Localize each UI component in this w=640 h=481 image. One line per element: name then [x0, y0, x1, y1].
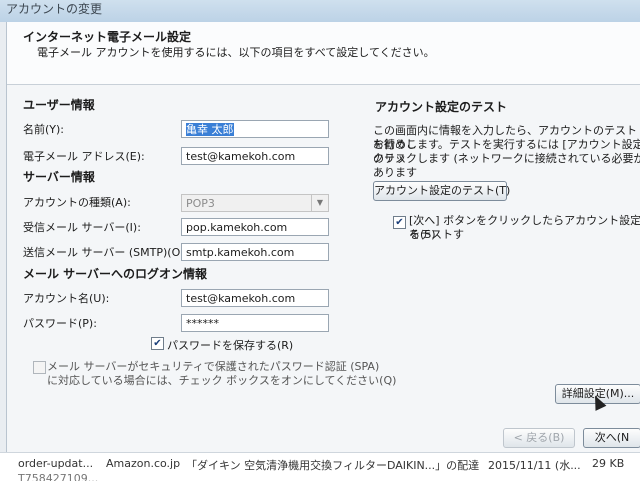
background-mail-row[interactable]: order-updat... Amazon.co.jp 「ダイキン 空気清浄機用… [0, 452, 640, 481]
mail-size: 29 KB [592, 457, 625, 470]
mail-date: 2015/11/11 (水... [488, 459, 581, 472]
outgoing-server-field[interactable]: smtp.kamekoh.com [181, 243, 329, 261]
window-title: アカウントの変更 [0, 0, 640, 22]
password-field[interactable]: ****** [181, 314, 329, 332]
header-subtitle: 電子メール アカウントを使用するには、以下の項目をすべて設定してください。 [37, 46, 435, 59]
auto-test-checkbox[interactable]: ✔ [393, 216, 406, 229]
mail-sender: order-updat... [18, 457, 94, 470]
mail-subject: 「ダイキン 空気清浄機用交換フィルターDAIKIN...」の配達 [186, 459, 480, 472]
spa-checkbox[interactable] [33, 361, 46, 374]
spa-label-line2: に対応している場合には、チェック ボックスをオンにしてください(Q) [47, 374, 397, 387]
outgoing-server-label: 送信メール サーバー (SMTP)(O): [23, 246, 189, 259]
mail-from: Amazon.co.jp [106, 457, 181, 470]
auto-test-label-line1: [次へ] ボタンをクリックしたらアカウント設定をテストす [409, 214, 640, 241]
test-desc-line3: クリックします (ネットワークに接続されている必要があります [373, 152, 640, 179]
email-label: 電子メール アドレス(E): [23, 150, 145, 163]
account-settings-dialog: インターネット電子メール設定 電子メール アカウントを使用するには、以下の項目を… [6, 22, 640, 452]
remember-password-label: パスワードを保存する(R) [167, 339, 294, 352]
account-type-value: POP3 [186, 197, 215, 210]
email-field[interactable]: test@kamekoh.com [181, 147, 329, 165]
spa-label-line1: メール サーバーがセキュリティで保護されたパスワード認証 (SPA) [47, 360, 380, 373]
chevron-down-icon: ▼ [311, 195, 328, 211]
dialog-header: インターネット電子メール設定 電子メール アカウントを使用するには、以下の項目を… [7, 22, 640, 85]
logon-info-heading: メール サーバーへのログオン情報 [23, 267, 208, 281]
incoming-server-field[interactable]: pop.kamekoh.com [181, 218, 329, 236]
auto-test-label-line2: る(S) [409, 228, 436, 241]
header-title: インターネット電子メール設定 [23, 30, 192, 44]
server-info-heading: サーバー情報 [23, 170, 95, 184]
account-type-label: アカウントの種類(A): [23, 196, 131, 209]
name-label: 名前(Y): [23, 123, 65, 136]
remember-password-checkbox[interactable]: ✔ [151, 337, 164, 350]
name-field[interactable]: 亀幸 太郎 [181, 120, 329, 138]
incoming-server-label: 受信メール サーバー(I): [23, 221, 141, 234]
next-button[interactable]: 次へ(N [583, 428, 640, 448]
test-heading: アカウント設定のテスト [375, 100, 508, 114]
test-account-settings-button[interactable]: アカウント設定のテスト(T) [373, 181, 510, 201]
password-label: パスワード(P): [23, 317, 97, 330]
name-value: 亀幸 太郎 [186, 123, 234, 136]
account-name-label: アカウント名(U): [23, 292, 110, 305]
account-name-field[interactable]: test@kamekoh.com [181, 289, 329, 307]
user-info-heading: ユーザー情報 [23, 98, 95, 112]
back-button[interactable]: < 戻る(B) [503, 428, 575, 448]
account-type-select: POP3 ▼ [181, 194, 329, 212]
